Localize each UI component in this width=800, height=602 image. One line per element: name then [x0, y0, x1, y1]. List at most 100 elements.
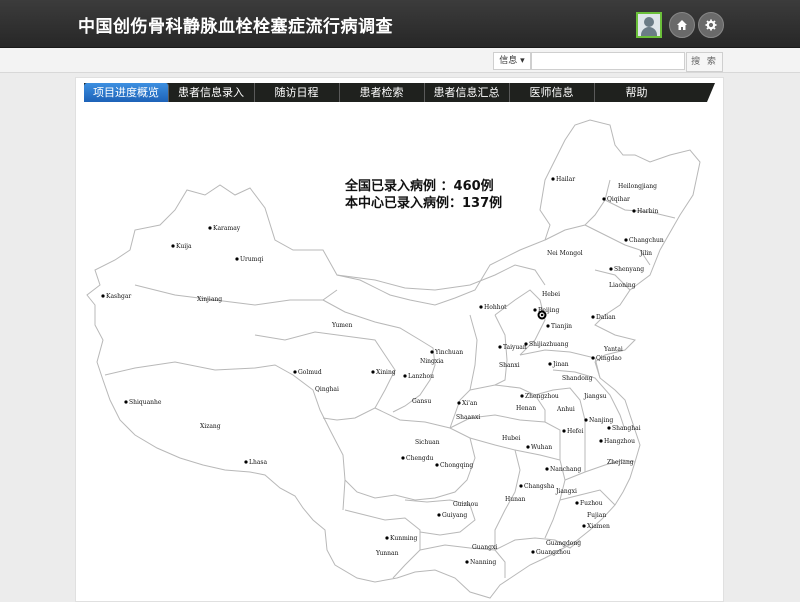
map-city-dot [435, 463, 439, 467]
map-city-dot [546, 324, 550, 328]
map-city-dot [371, 370, 375, 374]
settings-button[interactable] [698, 12, 724, 38]
map-city-label: Dalian [596, 314, 616, 321]
map-city-label: Xining [376, 369, 396, 376]
map-city-dot [208, 226, 212, 230]
map-city-label: Sichuan [415, 439, 440, 446]
map-city-dot [519, 484, 523, 488]
border-xizang [104, 361, 346, 511]
map-city-label: Nanning [470, 559, 496, 566]
beijing-marker-icon[interactable] [537, 310, 547, 320]
map-city-dot [457, 401, 461, 405]
center-case-count: 本中心已录入病例：137例 [345, 196, 503, 211]
map-city-label: Chengdu [406, 455, 434, 462]
map-city-dot [465, 560, 469, 564]
map-city-dot [244, 460, 248, 464]
map-city-label: Urumqi [240, 256, 263, 263]
map-city-dot [562, 429, 566, 433]
map-city-label: Shandong [562, 375, 593, 382]
border-yunnan [344, 509, 421, 579]
map-city-dot [171, 244, 175, 248]
map-city-label: Hunan [505, 496, 526, 503]
map-city-label: Xinjiang [197, 296, 222, 303]
map-city-label: Tianjin [551, 323, 572, 330]
map-city-dot [124, 400, 128, 404]
map-city-label: Hangzhou [604, 438, 635, 445]
map-city-label: Xiamen [587, 523, 610, 530]
map-city-label: Guizhou [453, 501, 478, 508]
border-xinjiang [134, 284, 338, 306]
map-city-dot [584, 418, 588, 422]
map-city-label: Shiquanhe [129, 399, 162, 406]
search-input[interactable] [531, 52, 685, 70]
map-city-label: Ningxia [420, 358, 444, 365]
map-city-label: Jilin [639, 250, 652, 257]
map-city-dot [591, 356, 595, 360]
map-city-dot [520, 394, 524, 398]
map-city-dot [385, 536, 389, 540]
map-city-label: Shaanxi [456, 414, 480, 421]
map-city-dot [524, 342, 528, 346]
map-city-dot [437, 513, 441, 517]
map-city-label: Hubei [502, 435, 520, 442]
map-city-label: Harbin [637, 208, 658, 215]
map-city-label: Hohhot [484, 304, 507, 311]
border-sichuan [344, 407, 476, 501]
map-city-label: Yinchuan [434, 349, 463, 356]
map-city-label: Nanchang [550, 466, 581, 473]
search-toolbar: 信息 ▾ 搜 索 [0, 48, 800, 73]
map-city-dot [551, 177, 555, 181]
map-city-label: Yantai [603, 346, 623, 353]
map-city-label: Nei Mongol [547, 250, 583, 257]
map-city-dot [498, 345, 502, 349]
map-city-dot [602, 197, 606, 201]
map-city-label: Hefei [567, 428, 584, 435]
map-city-dot [632, 209, 636, 213]
map-city-label: Zhengzhou [525, 393, 559, 400]
map-city-dot [609, 267, 613, 271]
map-city-label: Taiyuan [503, 344, 527, 351]
search-button[interactable]: 搜 索 [686, 52, 723, 72]
map-city-label: Shanxi [499, 362, 520, 369]
map-city-label: Yumen [331, 322, 353, 329]
user-avatar[interactable] [636, 12, 662, 38]
map-city-label: Gansu [412, 398, 431, 405]
map-city-label: Liaoning [609, 282, 636, 289]
map-city-dot [582, 524, 586, 528]
map-city-label: Hebei [542, 291, 560, 298]
map-city-label: Fuzhou [580, 500, 603, 507]
map-city-label: Anhui [556, 406, 575, 413]
caret-down-icon: ▾ [517, 56, 525, 66]
map-city-dot [531, 550, 535, 554]
map-city-dot [607, 426, 611, 430]
border-qinghai [254, 331, 396, 421]
map-city-label: Karamay [213, 225, 241, 232]
map-city-dot [545, 467, 549, 471]
map-city-label: Qiqihar [607, 196, 630, 203]
map-city-label: Chongqing [440, 462, 473, 469]
avatar-body-shape [641, 27, 657, 36]
map-city-label: Lanzhou [408, 373, 434, 380]
national-case-count: 全国已录入病例 ：460例 [345, 179, 494, 194]
home-icon [677, 20, 687, 30]
map-city-label: Jiangsu [583, 393, 607, 400]
map-city-label: Shanghai [612, 425, 641, 432]
border-hunan [469, 437, 521, 550]
map-city-label: Changsha [524, 483, 555, 490]
map-city-label: Nanjing [589, 417, 613, 424]
home-button[interactable] [669, 12, 695, 38]
info-dropdown[interactable]: 信息 ▾ [493, 52, 531, 70]
map-city-dot [526, 445, 530, 449]
map-city-dot [235, 257, 239, 261]
map-city-label: Golmud [298, 369, 322, 376]
map-city-label: Henan [516, 405, 536, 412]
border-dongbei [584, 199, 676, 291]
map-city-label: Guangzhou [536, 549, 571, 556]
map-city-label: Xizang [200, 423, 221, 430]
map-city-dot [293, 370, 297, 374]
avatar-head-shape [644, 17, 654, 27]
map-city-label: Changchun [629, 237, 664, 244]
gear-icon [705, 19, 717, 31]
map-city-label: Wuhan [531, 444, 552, 451]
map-city-label: Shenyang [614, 266, 644, 273]
